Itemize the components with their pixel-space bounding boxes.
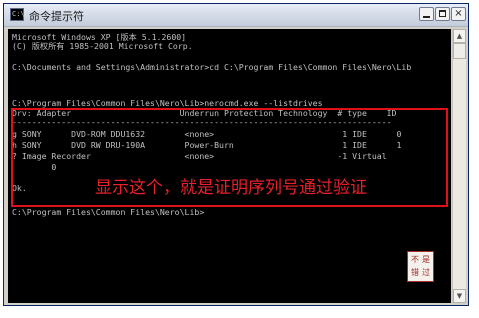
seal-char: 错 (411, 268, 419, 277)
minimize-button[interactable] (419, 7, 434, 21)
scroll-down-arrow-icon[interactable]: ▼ (453, 289, 466, 303)
title-bar[interactable]: C:\ 命令提示符 × (4, 4, 468, 27)
maximize-button[interactable] (435, 7, 450, 21)
close-icon: × (454, 8, 463, 19)
scroll-up-arrow-icon[interactable]: ▲ (453, 29, 466, 43)
console-line: C:\Documents and Settings\Administrator>… (12, 62, 412, 72)
close-button[interactable]: × (451, 7, 466, 21)
window-title: 命令提示符 (29, 10, 84, 23)
minimize-icon (423, 16, 430, 18)
console-line: C:\Program Files\Common Files\Nero\Lib> (12, 207, 205, 217)
vertical-scrollbar[interactable]: ▲ ▼ (452, 29, 466, 303)
cmd-icon[interactable]: C:\ (10, 8, 25, 21)
seal-stamp: 不 是 错 过 (407, 251, 434, 282)
annotation-text: 显示这个，就是证明序列号通过验证 (95, 178, 367, 198)
seal-char: 不 (411, 255, 419, 264)
console-line: C:\Program Files\Common Files\Nero\Lib>n… (12, 98, 323, 108)
maximize-icon (439, 10, 446, 17)
scroll-thumb[interactable] (453, 43, 466, 59)
console-line: (C) 版权所有 1985-2001 Microsoft Corp. (12, 41, 193, 51)
seal-char: 是 (422, 255, 430, 264)
seal-char: 过 (422, 268, 430, 277)
